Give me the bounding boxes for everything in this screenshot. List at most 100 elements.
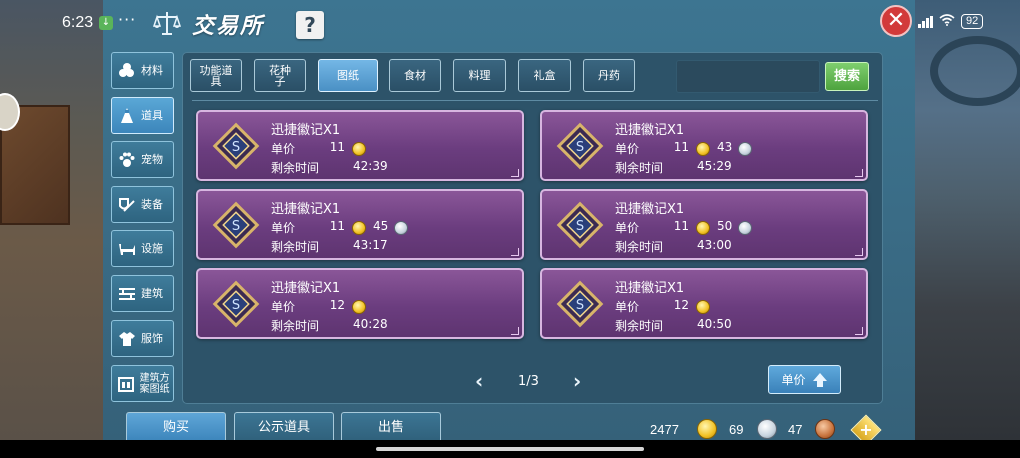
tab-label: 图纸 [337, 69, 359, 82]
equipment-icon [117, 195, 137, 215]
blueprint-icon [117, 374, 136, 394]
listing-card[interactable]: S 迅捷徽记X1 单价 11 45 剩余时间 43:17 [196, 189, 524, 260]
sidebar-item-label: 服饰 [141, 332, 163, 345]
svg-text:S: S [576, 219, 584, 234]
system-nav-bar [0, 440, 1020, 458]
silver-coin-icon [394, 221, 408, 235]
listing-card[interactable]: S 迅捷徽记X1 单价 12 剩余时间 40:28 [196, 268, 524, 339]
card-corner [855, 248, 863, 256]
status-time: 6:23 [62, 14, 94, 31]
help-button[interactable]: ? [296, 11, 324, 39]
listing-card[interactable]: S 迅捷徽记X1 单价 11 剩余时间 42:39 [196, 110, 524, 181]
tab-label: 料理 [468, 69, 491, 82]
sidebar-item-equipment[interactable]: 装备 [111, 186, 174, 223]
time-remaining: 42:39 [353, 159, 388, 173]
time-remaining: 45:29 [697, 159, 732, 173]
card-corner [511, 169, 519, 177]
prev-page-button[interactable]: ‹ [475, 371, 491, 391]
bronze-balance: 47 [788, 422, 803, 437]
gold-coin-icon [696, 300, 710, 314]
next-page-button[interactable]: › [573, 371, 589, 391]
tab-gift-boxes[interactable]: 礼盒 [518, 59, 571, 92]
tab-label: 丹药 [598, 69, 620, 82]
tab-function-items[interactable]: 功能道具 [190, 59, 242, 92]
sort-label: 单价 [781, 373, 806, 387]
sidebar-item-materials[interactable]: 材料 [111, 52, 174, 89]
bronze-coin-icon [815, 419, 835, 439]
materials-icon [117, 61, 137, 81]
sidebar-item-label: 建筑方案图纸 [139, 372, 170, 395]
time-remaining: 43:00 [697, 238, 732, 252]
time-remaining-label: 剩余时间 [615, 161, 664, 175]
sidebar-item-blueprints[interactable]: 建筑方案图纸 [111, 365, 174, 402]
sidebar-item-facilities[interactable]: 设施 [111, 230, 174, 267]
item-name: 迅捷徽记X1 [615, 123, 685, 138]
pet-paw-icon [117, 150, 137, 170]
tab-public-items[interactable]: 公示道具 [234, 412, 334, 442]
sort-by-price-button[interactable]: 单价 [768, 365, 841, 394]
tab-label: 功能道具 [199, 63, 233, 88]
unit-price-label: 单价 [271, 142, 296, 156]
tab-elixirs[interactable]: 丹药 [583, 59, 635, 92]
gold-price: 11 [673, 219, 689, 233]
tab-flower-seeds[interactable]: 花种子 [254, 59, 306, 92]
gold-coin-icon [352, 300, 366, 314]
unit-price-label: 单价 [271, 221, 296, 235]
listing-card[interactable]: S 迅捷徽记X1 单价 11 50 剩余时间 43:00 [540, 189, 868, 260]
card-corner [511, 248, 519, 256]
gold-price: 12 [673, 298, 689, 312]
svg-text:S: S [232, 140, 240, 155]
sidebar-item-clothing[interactable]: 服饰 [111, 320, 174, 357]
tab-ingredients[interactable]: 食材 [389, 59, 441, 92]
time-remaining-label: 剩余时间 [615, 319, 664, 333]
time-remaining-label: 剩余时间 [271, 161, 320, 175]
sort-up-icon [812, 372, 827, 387]
card-corner [855, 327, 863, 335]
swift-emblem-icon: S [556, 201, 604, 249]
listing-card[interactable]: S 迅捷徽记X1 单价 12 剩余时间 40:50 [540, 268, 868, 339]
gold-coin-icon [352, 221, 366, 235]
facility-icon [117, 239, 137, 259]
download-icon: ↓ [99, 16, 113, 30]
tab-cuisine[interactable]: 料理 [453, 59, 506, 92]
silver-price: 43 [717, 140, 733, 154]
gold-price: 11 [329, 140, 345, 154]
tab-sell[interactable]: 出售 [341, 412, 441, 442]
close-button[interactable]: ✕ [880, 5, 912, 37]
page-title: 交易所 [192, 14, 265, 39]
tab-blueprints[interactable]: 图纸 [318, 59, 378, 92]
item-name: 迅捷徽记X1 [615, 281, 685, 296]
time-remaining: 43:17 [353, 238, 388, 252]
time-remaining-label: 剩余时间 [271, 319, 320, 333]
item-name: 迅捷徽记X1 [271, 123, 341, 138]
tab-buy[interactable]: 购买 [126, 412, 226, 442]
sidebar-item-pets[interactable]: 宠物 [111, 141, 174, 178]
unit-price-label: 单价 [615, 142, 640, 156]
sidebar-item-label: 宠物 [141, 153, 163, 166]
swift-emblem-icon: S [212, 122, 260, 170]
silver-balance: 69 [729, 422, 744, 437]
time-remaining-label: 剩余时间 [271, 240, 320, 254]
sidebar-item-items[interactable]: 道具 [111, 97, 174, 134]
swift-emblem-icon: S [556, 122, 604, 170]
gold-coin-icon [696, 221, 710, 235]
silver-coin-icon [738, 221, 752, 235]
unit-price-label: 单价 [615, 300, 640, 314]
silver-price: 50 [717, 219, 733, 233]
card-corner [855, 169, 863, 177]
gold-coin-icon [696, 142, 710, 156]
page-indicator: 1/3 [518, 374, 539, 389]
silver-coin-icon [738, 142, 752, 156]
tab-label: 食材 [404, 69, 426, 82]
search-button[interactable]: 搜索 [825, 62, 869, 91]
unit-price-label: 单价 [615, 221, 640, 235]
card-corner [511, 327, 519, 335]
listing-card[interactable]: S 迅捷徽记X1 单价 11 43 剩余时间 45:29 [540, 110, 868, 181]
home-indicator[interactable] [376, 447, 644, 451]
sidebar-item-label: 装备 [141, 198, 163, 211]
plus-icon: + [859, 420, 873, 439]
sidebar-item-buildings[interactable]: 建筑 [111, 275, 174, 312]
unit-price-label: 单价 [271, 300, 296, 314]
tab-label: 花种子 [269, 63, 291, 88]
search-input[interactable] [676, 60, 820, 93]
